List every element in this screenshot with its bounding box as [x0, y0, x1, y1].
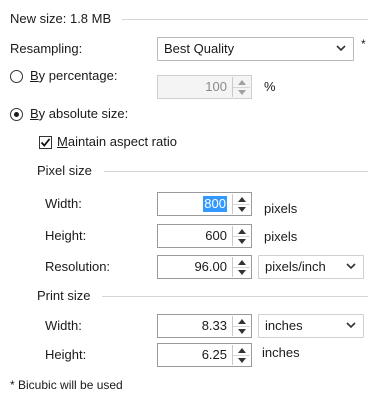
- maintain-aspect-checkbox[interactable]: [39, 136, 52, 149]
- print-height-value[interactable]: 6.25: [202, 347, 227, 363]
- triangle-down-icon[interactable]: [233, 267, 250, 277]
- triangle-down-icon[interactable]: [233, 236, 250, 246]
- triangle-down-icon[interactable]: [233, 204, 250, 214]
- checkmark-icon: [40, 138, 51, 147]
- percentage-stepper[interactable]: 100: [157, 75, 252, 99]
- chevron-down-icon: [346, 261, 356, 273]
- print-width-label: Width:: [45, 318, 82, 333]
- print-width-stepper[interactable]: 8.33: [157, 314, 252, 338]
- pixel-width-label: Width:: [45, 196, 82, 211]
- bicubic-footnote: * Bicubic will be used: [10, 378, 123, 392]
- pixel-size-divider: [104, 171, 368, 172]
- by-percentage-label[interactable]: By percentage:: [30, 68, 117, 84]
- resampling-label: Resampling:: [10, 41, 83, 56]
- pixel-size-section-label: Pixel size: [37, 163, 92, 178]
- resampling-asterisk: *: [361, 37, 366, 51]
- resolution-unit-dropdown[interactable]: pixels/inch: [258, 255, 364, 279]
- resolution-unit-value: pixels/inch: [265, 259, 326, 274]
- percentage-value: 100: [205, 79, 227, 94]
- pixel-width-spin-buttons[interactable]: [232, 194, 250, 214]
- print-width-value[interactable]: 8.33: [202, 318, 227, 334]
- by-absolute-size-radio[interactable]: [10, 108, 23, 121]
- resampling-value: Best Quality: [164, 41, 235, 56]
- new-size-label: New size: 1.8 MB: [10, 11, 112, 26]
- print-height-unit: inches: [262, 345, 300, 360]
- pixel-height-value[interactable]: 600: [205, 228, 227, 244]
- print-size-divider: [102, 296, 368, 297]
- by-absolute-size-label[interactable]: By absolute size:: [30, 106, 128, 122]
- pixel-height-spin-buttons[interactable]: [232, 226, 250, 246]
- percentage-unit: %: [264, 79, 276, 94]
- pixel-width-value[interactable]: 800: [203, 196, 227, 212]
- triangle-down-icon[interactable]: [233, 326, 250, 336]
- print-height-label: Height:: [45, 347, 87, 362]
- triangle-down-icon[interactable]: [233, 355, 250, 365]
- pixel-height-stepper[interactable]: 600: [157, 224, 252, 248]
- pixel-height-label: Height:: [45, 228, 87, 243]
- chevron-down-icon: [336, 43, 346, 55]
- print-height-spin-buttons[interactable]: [232, 345, 250, 365]
- triangle-down-icon[interactable]: [233, 87, 250, 97]
- print-unit-value: inches: [265, 318, 303, 333]
- resolution-spin-buttons[interactable]: [232, 257, 250, 277]
- by-percentage-radio[interactable]: [10, 70, 23, 83]
- percentage-spin-buttons[interactable]: [232, 77, 250, 97]
- chevron-down-icon: [346, 320, 356, 332]
- resolution-value[interactable]: 96.00: [194, 259, 227, 275]
- radio-selected-dot: [14, 112, 19, 117]
- new-size-divider: [122, 19, 368, 20]
- resampling-dropdown[interactable]: Best Quality: [157, 37, 354, 61]
- resolution-stepper[interactable]: 96.00: [157, 255, 252, 279]
- resolution-label: Resolution:: [45, 259, 111, 274]
- print-width-spin-buttons[interactable]: [232, 316, 250, 336]
- print-unit-dropdown[interactable]: inches: [258, 314, 364, 338]
- maintain-aspect-label[interactable]: Maintain aspect ratio: [57, 134, 177, 150]
- print-height-stepper[interactable]: 6.25: [157, 343, 252, 367]
- pixel-width-stepper[interactable]: 800: [157, 192, 252, 216]
- pixel-height-unit: pixels: [264, 229, 298, 244]
- print-size-section-label: Print size: [37, 288, 91, 303]
- pixel-width-unit: pixels: [264, 201, 298, 216]
